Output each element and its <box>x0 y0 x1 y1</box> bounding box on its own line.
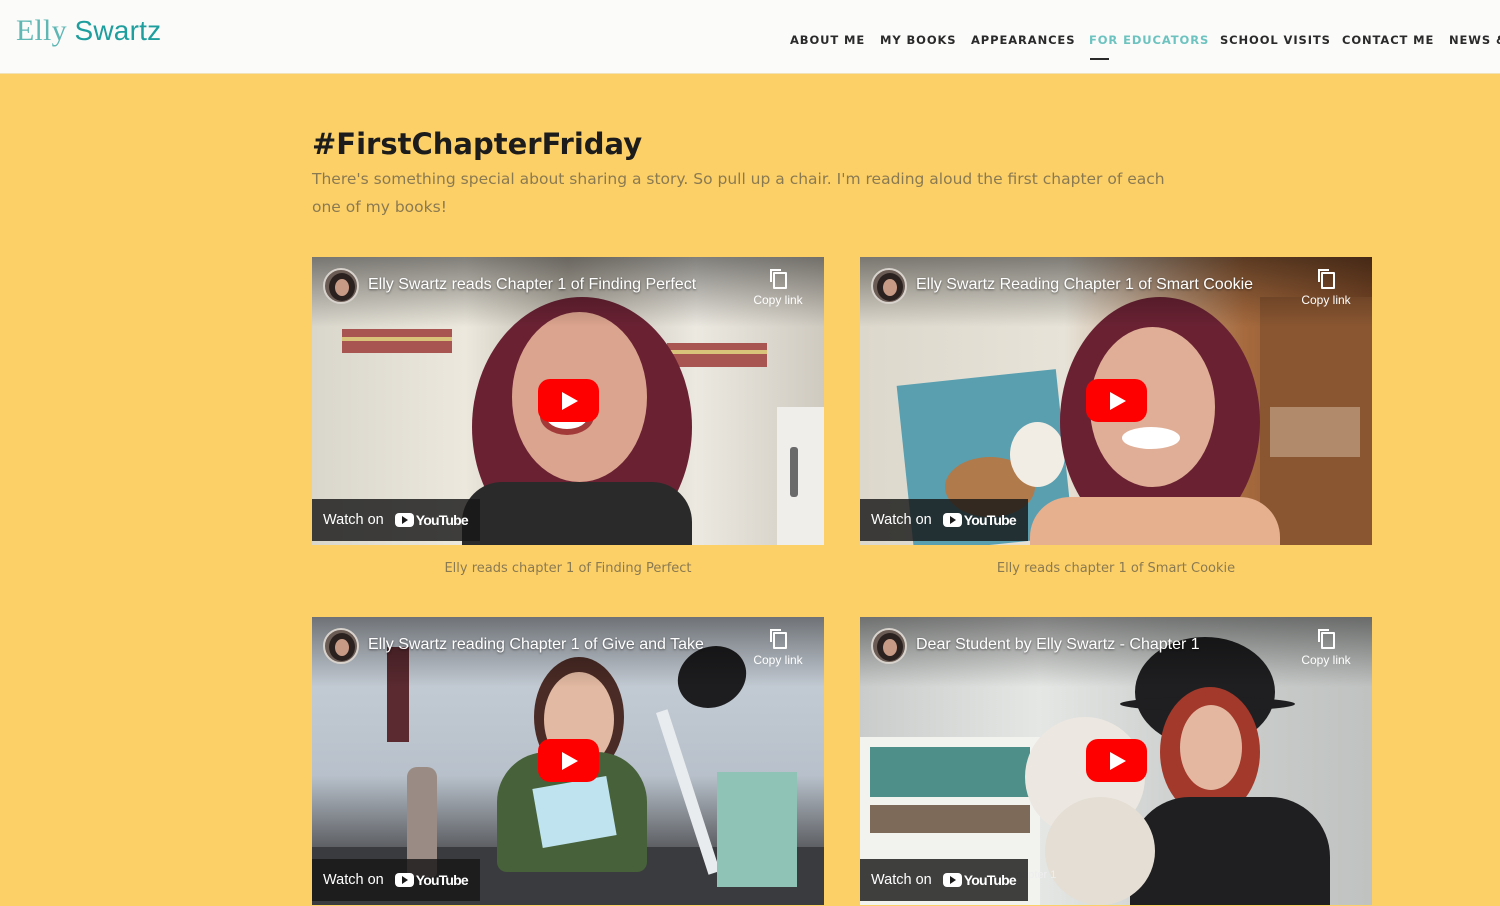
youtube-wordmark: YouTube <box>415 872 469 888</box>
watch-on-youtube-button[interactable]: Watch on YouTube <box>860 859 1028 901</box>
copy-icon <box>770 629 787 649</box>
watch-on-label: Watch on <box>323 512 384 528</box>
youtube-play-mark-icon <box>394 513 414 527</box>
nav-contact-me[interactable]: CONTACT ME <box>1342 33 1434 47</box>
youtube-play-mark-icon <box>942 513 962 527</box>
watch-on-youtube-button[interactable]: Watch on YouTube <box>312 499 480 541</box>
channel-avatar[interactable] <box>323 628 359 664</box>
video-title[interactable]: Elly Swartz reads Chapter 1 of Finding P… <box>368 276 696 294</box>
watch-on-youtube-button[interactable]: Watch on YouTube <box>860 499 1028 541</box>
site-header: Elly Swartz ABOUT ME MY BOOKS APPEARANCE… <box>0 0 1500 74</box>
copy-icon <box>1318 629 1335 649</box>
nav-for-educators[interactable]: FOR EDUCATORS <box>1089 33 1209 47</box>
video-embed-smart-cookie[interactable]: Elly Swartz Reading Chapter 1 of Smart C… <box>860 257 1372 545</box>
watch-on-youtube-button[interactable]: Watch on YouTube <box>312 859 480 901</box>
watch-on-label: Watch on <box>323 872 384 888</box>
play-button[interactable] <box>1086 739 1147 782</box>
copy-link-label: Copy link <box>1301 293 1351 307</box>
video-embed-give-and-take[interactable]: Elly Swartz reading Chapter 1 of Give an… <box>312 617 824 905</box>
channel-avatar[interactable] <box>871 628 907 664</box>
channel-avatar[interactable] <box>323 268 359 304</box>
channel-avatar[interactable] <box>871 268 907 304</box>
youtube-logo-icon: YouTube <box>394 872 469 888</box>
youtube-logo-icon: YouTube <box>942 872 1017 888</box>
copy-link-label: Copy link <box>753 293 803 307</box>
active-nav-indicator <box>1090 58 1109 60</box>
intro-text: There's something special about sharing … <box>312 170 1165 216</box>
video-caption: Elly reads chapter 1 of Finding Perfect <box>444 561 692 576</box>
video-caption: Elly reads chapter 1 of Smart Cookie <box>996 561 1236 576</box>
watch-on-label: Watch on <box>871 512 932 528</box>
youtube-play-mark-icon <box>942 873 962 887</box>
watch-on-label: Watch on <box>871 872 932 888</box>
play-button[interactable] <box>538 379 599 422</box>
video-title[interactable]: Dear Student by Elly Swartz - Chapter 1 <box>916 636 1200 654</box>
play-button[interactable] <box>1086 379 1147 422</box>
youtube-logo-icon: YouTube <box>942 512 1017 528</box>
youtube-wordmark: YouTube <box>963 872 1017 888</box>
nav-about-me[interactable]: ABOUT ME <box>790 33 865 47</box>
copy-link-label: Copy link <box>1301 653 1351 667</box>
nav-my-books[interactable]: MY BOOKS <box>880 33 957 47</box>
copy-link-button[interactable]: Copy link <box>1294 269 1358 309</box>
copy-link-button[interactable]: Copy link <box>746 269 810 309</box>
video-embed-finding-perfect[interactable]: Elly Swartz reads Chapter 1 of Finding P… <box>312 257 824 545</box>
main-nav: ABOUT ME MY BOOKS APPEARANCES FOR EDUCAT… <box>0 33 1500 53</box>
nav-appearances[interactable]: APPEARANCES <box>971 33 1075 47</box>
play-button[interactable] <box>538 739 599 782</box>
copy-link-button[interactable]: Copy link <box>1294 629 1358 669</box>
copy-link-button[interactable]: Copy link <box>746 629 810 669</box>
video-title[interactable]: Elly Swartz Reading Chapter 1 of Smart C… <box>916 276 1253 294</box>
copy-icon <box>1318 269 1335 289</box>
video-title[interactable]: Elly Swartz reading Chapter 1 of Give an… <box>368 636 704 654</box>
nav-school-visits[interactable]: SCHOOL VISITS <box>1220 33 1331 47</box>
youtube-wordmark: YouTube <box>415 512 469 528</box>
nav-news[interactable]: NEWS & <box>1449 33 1500 47</box>
copy-icon <box>770 269 787 289</box>
page-title: #FirstChapterFriday <box>312 127 643 161</box>
video-embed-dear-student[interactable]: Dear Student by Elly Swartz - Chapter 1 … <box>860 617 1372 905</box>
youtube-logo-icon: YouTube <box>394 512 469 528</box>
copy-link-label: Copy link <box>753 653 803 667</box>
youtube-play-mark-icon <box>394 873 414 887</box>
youtube-wordmark: YouTube <box>963 512 1017 528</box>
